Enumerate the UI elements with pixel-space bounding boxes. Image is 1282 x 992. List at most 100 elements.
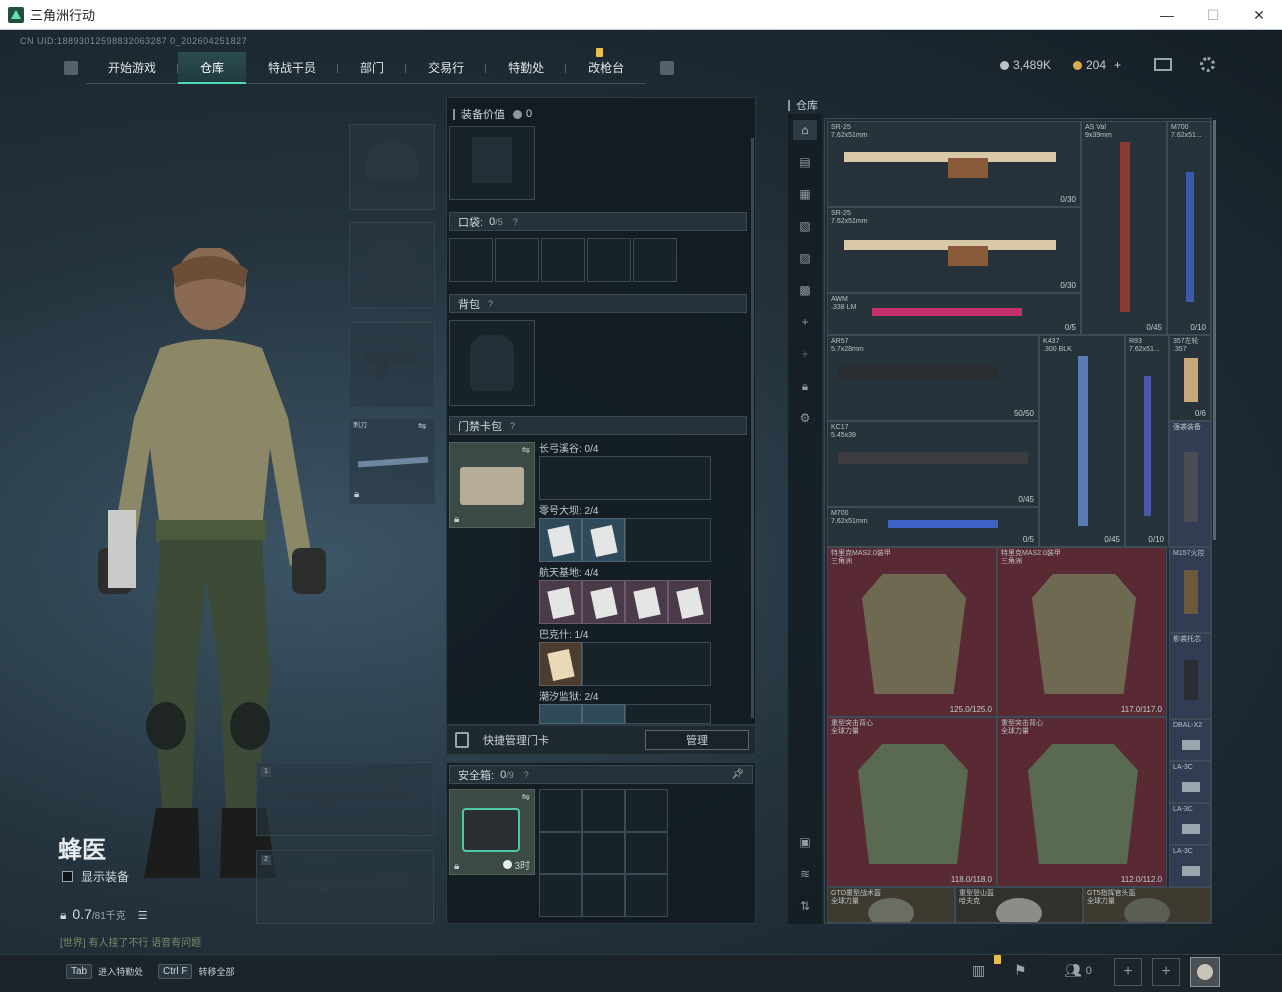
lock-tab-icon[interactable]: 🔒︎ [793, 376, 817, 396]
keycard-item[interactable] [539, 518, 582, 562]
stats-chart-icon[interactable]: ▥ [972, 962, 985, 979]
helmet-item[interactable]: 重型登山盔 哈夫克 [955, 887, 1083, 923]
attachment-item[interactable]: LA-3C [1169, 845, 1211, 887]
safebox-cell[interactable] [582, 789, 625, 832]
pin-icon[interactable]: 📌︎ [731, 769, 744, 780]
equipment-scrollbar[interactable] [751, 138, 754, 718]
pocket-cell[interactable] [541, 238, 585, 282]
safebox-cell[interactable] [625, 874, 668, 917]
hint-transfer-all[interactable]: Ctrl F 转移全部 [158, 964, 234, 979]
primary-weapon-slot-2[interactable]: 2 [256, 850, 434, 924]
keycard-item[interactable] [582, 580, 625, 624]
weapon-item[interactable]: AS Val 9x39mm 0/45 [1081, 121, 1167, 335]
category-medical-icon[interactable]: ▨ [793, 248, 817, 268]
help-icon[interactable]: ? [524, 770, 529, 780]
manage-button[interactable]: 管理 [645, 730, 749, 750]
attachment-item[interactable]: 影袭托芯 [1169, 633, 1211, 719]
weapon-item[interactable]: R93 7.62x51... 0/10 [1125, 335, 1169, 547]
armor-item[interactable]: 重型突击背心 全球力量 118.0/118.0 [827, 717, 997, 887]
weapon-item[interactable]: AR57 5.7x28mm 50/50 [827, 335, 1039, 421]
help-icon[interactable]: ? [513, 217, 518, 227]
safebox-cell[interactable] [625, 789, 668, 832]
tab-special-ops[interactable]: 特勤处 [486, 52, 567, 84]
tab-trading[interactable]: 交易行 [406, 52, 487, 84]
show-gear-checkbox[interactable] [62, 871, 73, 882]
add-tab-icon[interactable]: + [793, 312, 817, 332]
help-icon[interactable]: ? [488, 299, 493, 309]
keycard-cell[interactable] [582, 642, 711, 686]
keycard-case-slot[interactable]: ⇋ 🔒︎ [449, 442, 535, 528]
swap-icon[interactable]: ⇋ [418, 421, 426, 432]
armor-item[interactable]: 重型突击背心 全球力量 112.0/112.0 [997, 717, 1167, 887]
keycard-cell[interactable] [625, 518, 711, 562]
melee-slot[interactable]: 刺刀 ⇋ 🔒︎ [349, 418, 435, 504]
safebox-cell[interactable] [539, 874, 582, 917]
helmet-slot[interactable] [349, 124, 435, 210]
keycard-item[interactable] [668, 580, 711, 624]
tab-gunsmith[interactable]: 改枪台 [566, 52, 647, 84]
flag-icon[interactable]: ⚑ [1014, 962, 1027, 979]
storage-scrollbar[interactable] [1213, 120, 1216, 540]
safebox-cell[interactable] [582, 831, 625, 875]
weapon-item[interactable]: AWM .338 LM 0/5 [827, 293, 1081, 335]
attachment-item[interactable]: M157火控 [1169, 547, 1211, 633]
primary-weapon-slot-1[interactable]: 1 [256, 762, 434, 836]
safebox-cell[interactable] [539, 789, 582, 832]
tab-operators[interactable]: 特战干员 [246, 52, 339, 84]
keycard-item[interactable] [539, 642, 582, 686]
keycard-item[interactable] [582, 518, 625, 562]
category-armor-icon[interactable]: ▦ [793, 184, 817, 204]
attachment-item[interactable]: DBAL-X2 [1169, 719, 1211, 761]
category-weapons-icon[interactable]: ▤ [793, 152, 817, 172]
nav-prev-icon[interactable] [64, 61, 78, 75]
maximize-button[interactable]: ☐ [1190, 0, 1236, 30]
help-icon[interactable]: ? [510, 421, 515, 431]
close-button[interactable]: ✕ [1236, 0, 1282, 30]
nav-next-icon[interactable] [660, 61, 675, 75]
settings-gear-icon[interactable] [1200, 57, 1215, 72]
hint-enter-special-ops[interactable]: Tab 进入特勤处 [66, 964, 143, 979]
keycard-item[interactable] [539, 704, 582, 724]
swap-icon[interactable]: ⇋ [522, 792, 530, 803]
weapon-item[interactable]: 357左轮 .357 0/6 [1169, 335, 1211, 421]
add-currency-button[interactable]: + [1114, 58, 1121, 72]
player-avatar[interactable] [1190, 957, 1220, 987]
friends-count[interactable]: 👥︎ 0 [1064, 962, 1092, 979]
backpack-slot[interactable] [449, 320, 535, 406]
list-icon[interactable]: ☰ [138, 909, 148, 922]
stack-icon[interactable]: ≋ [793, 864, 817, 884]
pistol-slot[interactable] [349, 322, 435, 408]
category-loot-icon[interactable]: ▩ [793, 280, 817, 300]
safebox-cell[interactable] [625, 831, 668, 875]
add-squad-slot-button[interactable]: + [1114, 958, 1142, 986]
tab-start-game[interactable]: 开始游戏 [86, 52, 179, 84]
keycard-item[interactable] [582, 704, 625, 724]
settings-tab-icon[interactable]: ⚙ [793, 408, 817, 428]
keycard-cell[interactable] [625, 704, 711, 724]
keycard-cell[interactable] [539, 456, 711, 500]
attachment-item[interactable]: LA-3C [1169, 761, 1211, 803]
swap-icon[interactable]: ⇋ [522, 445, 530, 456]
sort-icon[interactable]: ⇅ [793, 896, 817, 916]
minimize-button[interactable]: — [1144, 0, 1190, 30]
weapon-item[interactable]: KC17 5.45x39 0/45 [827, 421, 1039, 507]
pocket-cell[interactable] [587, 238, 631, 282]
category-ammo-icon[interactable]: ▧ [793, 216, 817, 236]
pocket-cell[interactable] [449, 238, 493, 282]
weapon-item[interactable]: K437.300 BLK 0/45 [1039, 335, 1125, 547]
safebox-cell[interactable] [582, 874, 625, 917]
weapon-item[interactable]: 强袭装备 [1169, 421, 1211, 547]
armor-item[interactable]: 特里克MAS2.0装甲 三角洲 125.0/125.0 [827, 547, 997, 717]
weapon-item[interactable]: SR-25 7.62x51mm 0/30 [827, 207, 1081, 293]
locker-icon[interactable]: ▣ [793, 832, 817, 852]
attachment-item[interactable]: LA-3C [1169, 803, 1211, 845]
weapon-item[interactable]: M700 7.62x51... 0/10 [1167, 121, 1211, 335]
pocket-cell[interactable] [495, 238, 539, 282]
weapon-item[interactable]: M700 7.62x51mm 0/5 [827, 507, 1039, 547]
tab-department[interactable]: 部门 [338, 52, 407, 84]
armor-slot[interactable] [349, 222, 435, 308]
show-gear-toggle[interactable]: 显示装备 [62, 868, 129, 885]
safebox-item-slot[interactable]: ⇋ 🔒︎ 3时 [449, 789, 535, 875]
chest-rig-slot[interactable] [449, 126, 535, 200]
helmet-item[interactable]: GTO重型战术盔 全球力量 [827, 887, 955, 923]
